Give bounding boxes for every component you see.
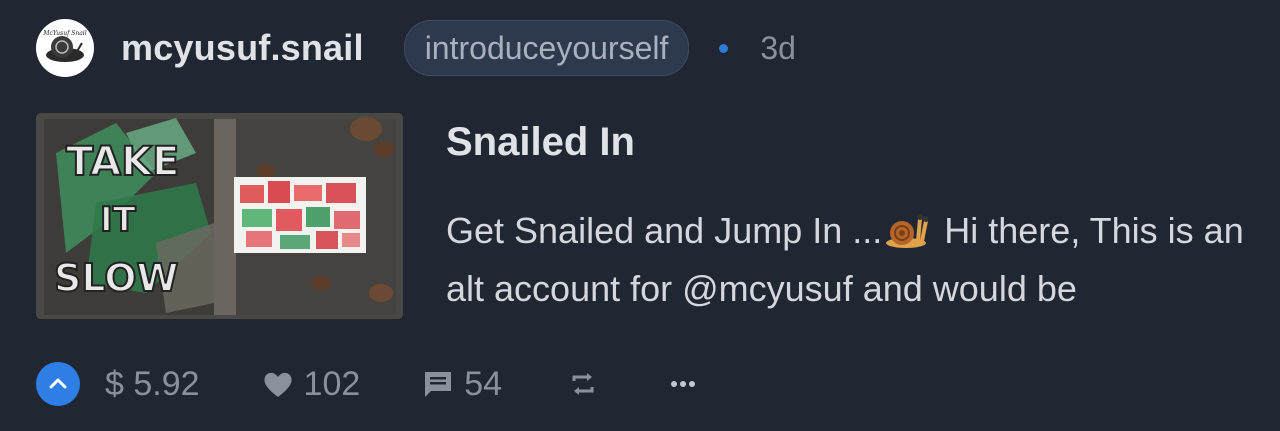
thumbnail-text-it: IT: [100, 200, 137, 240]
heart-icon: [263, 372, 292, 397]
post-title[interactable]: Snailed In: [446, 120, 635, 165]
post-excerpt[interactable]: Get Snailed and Jump In ... Hi there, Th…: [446, 202, 1276, 318]
payout-amount[interactable]: $ 5.92: [105, 365, 200, 404]
comments-button[interactable]: 54: [422, 365, 502, 404]
post-thumbnail[interactable]: TAKE IT SLOW: [36, 113, 403, 319]
thumbnail-text-slow: SLOW: [54, 256, 178, 300]
reblog-button[interactable]: [568, 369, 598, 399]
post-footer: $ 5.92 102 54: [36, 362, 696, 406]
thumbnail-text-take: TAKE: [66, 139, 179, 185]
ellipsis-icon: [671, 381, 696, 387]
comment-icon: [425, 372, 452, 397]
community-label: introduceyourself: [424, 29, 669, 66]
more-options-button[interactable]: [670, 379, 696, 389]
reblog-icon: [572, 373, 594, 395]
likes-count: 102: [303, 364, 361, 403]
upvote-button[interactable]: [36, 362, 80, 406]
post-header: McYusuf Snail mcyusuf.snail introduceyou…: [36, 18, 796, 78]
separator-dot: [719, 43, 729, 53]
author-name[interactable]: mcyusuf.snail: [121, 27, 364, 69]
chevron-up-icon: [49, 378, 67, 389]
author-avatar[interactable]: McYusuf Snail: [36, 19, 94, 77]
post-age: 3d: [760, 29, 796, 66]
snail-logo-icon: McYusuf Snail: [42, 30, 87, 62]
snail-emoji-icon: [886, 214, 929, 248]
thumbnail-image: TAKE IT SLOW: [36, 113, 403, 319]
likes-button[interactable]: 102: [262, 364, 361, 404]
excerpt-part-1: Get Snailed and Jump In ...: [446, 210, 883, 251]
community-tag[interactable]: introduceyourself: [403, 20, 690, 76]
comments-count: 54: [464, 364, 503, 403]
svg-text:McYusuf Snail: McYusuf Snail: [42, 30, 86, 37]
